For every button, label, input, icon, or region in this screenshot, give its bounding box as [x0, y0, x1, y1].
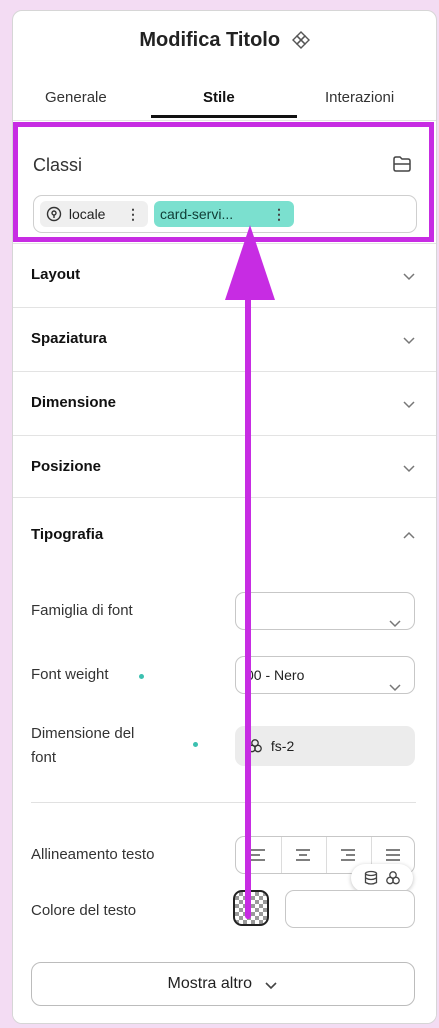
font-size-label-line1: Dimensione del — [31, 725, 135, 742]
section-dimensione[interactable]: Dimensione — [13, 371, 436, 436]
font-size-label-line2: font — [31, 749, 57, 766]
section-tipografia: Tipografia Famiglia di font Font weight … — [13, 497, 436, 1023]
class-chip-label: card-servi... — [160, 206, 234, 222]
text-align-label: Allineamento testo — [31, 846, 155, 863]
folder-icon[interactable] — [392, 155, 412, 178]
modified-indicator-dot — [139, 674, 144, 679]
text-color-label: Colore del testo — [31, 902, 137, 919]
modified-indicator-dot — [193, 742, 198, 747]
panel-title: Modifica Titolo — [139, 29, 281, 51]
chevron-down-icon — [402, 396, 416, 414]
section-posizione[interactable]: Posizione — [13, 435, 436, 500]
chevron-down-icon — [388, 605, 402, 641]
text-color-swatch[interactable] — [233, 890, 269, 926]
chevron-down-icon — [265, 982, 278, 990]
section-layout[interactable]: Layout — [13, 243, 436, 308]
align-right-icon — [341, 849, 355, 861]
show-more-label: Mostra altro — [167, 975, 252, 992]
chevron-down-icon — [402, 460, 416, 478]
style-panel: Modifica Titolo Generale Stile Interazio… — [12, 10, 437, 1024]
database-icon[interactable] — [363, 870, 379, 886]
font-family-select[interactable] — [235, 592, 415, 630]
class-chip-label: locale — [68, 206, 106, 222]
variable-icon[interactable] — [385, 870, 401, 886]
align-justify-icon — [386, 849, 400, 861]
active-tab-indicator — [151, 115, 297, 118]
component-icon — [291, 31, 310, 55]
font-weight-value: 00 - Nero — [246, 667, 305, 683]
align-center-icon — [296, 849, 310, 861]
classes-label: Classi — [33, 155, 83, 175]
class-chip-card-service[interactable]: card-servi... ⋮ — [154, 201, 294, 227]
class-selector-field[interactable]: locale ⋮ card-servi... ⋮ — [33, 195, 417, 233]
tab-generale[interactable]: Generale — [45, 89, 107, 106]
chip-menu-button[interactable]: ⋮ — [272, 201, 286, 227]
chevron-down-icon — [402, 268, 416, 286]
text-color-input[interactable] — [285, 890, 415, 928]
section-spaziatura[interactable]: Spaziatura — [13, 307, 436, 372]
location-pin-icon — [46, 206, 62, 222]
panel-header: Modifica Titolo Generale Stile Interazio… — [13, 11, 436, 121]
font-weight-select[interactable]: 00 - Nero — [235, 656, 415, 694]
chip-menu-button[interactable]: ⋮ — [126, 201, 140, 227]
align-left-button[interactable] — [236, 837, 282, 873]
font-size-label: Dimensione del font — [31, 722, 134, 770]
variable-icon — [248, 739, 262, 753]
section-title: Posizione — [31, 458, 102, 475]
tab-stile[interactable]: Stile — [203, 89, 235, 106]
align-center-button[interactable] — [281, 837, 327, 873]
show-more-button[interactable]: Mostra altro — [31, 962, 415, 1006]
font-weight-label: Font weight — [31, 666, 109, 683]
section-title[interactable]: Tipografia — [31, 526, 103, 543]
typography-divider — [31, 802, 416, 803]
font-size-value: fs-2 — [270, 738, 295, 754]
section-title: Spaziatura — [31, 330, 107, 347]
chevron-down-icon — [388, 669, 402, 705]
font-size-variable[interactable]: fs-2 — [235, 726, 415, 766]
section-title: Dimensione — [31, 394, 117, 411]
chevron-up-icon[interactable] — [402, 528, 416, 546]
font-family-label: Famiglia di font — [31, 602, 133, 619]
panel-title-row: Modifica Titolo — [13, 29, 436, 55]
align-left-icon — [251, 849, 265, 861]
chevron-down-icon — [402, 332, 416, 350]
classes-section: Classi locale ⋮ card-servi... ⋮ — [13, 121, 436, 241]
section-title: Layout — [31, 266, 81, 283]
tab-interazioni[interactable]: Interazioni — [325, 89, 394, 106]
class-chip-local[interactable]: locale ⋮ — [40, 201, 148, 227]
variable-toolbar — [351, 864, 413, 892]
